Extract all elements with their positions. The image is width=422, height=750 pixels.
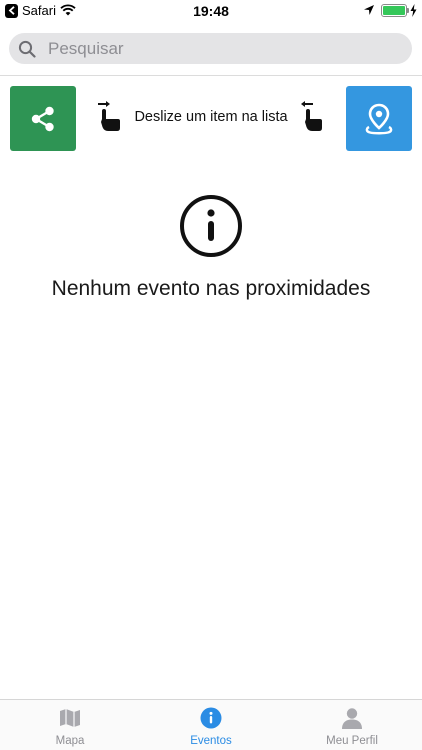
charging-bolt-icon xyxy=(410,4,417,17)
tab-meu-perfil[interactable]: Meu Perfil xyxy=(282,700,422,750)
battery-icon xyxy=(381,4,407,17)
location-services-icon xyxy=(364,5,374,15)
search-bar[interactable] xyxy=(9,33,412,64)
tab-label-mapa: Mapa xyxy=(55,735,85,747)
person-icon xyxy=(342,708,362,729)
tab-label-eventos: Eventos xyxy=(190,735,232,747)
share-button[interactable] xyxy=(10,86,76,151)
swipe-hint-text: Deslize um item na lista xyxy=(134,109,288,125)
location-button[interactable] xyxy=(346,86,412,151)
search-input[interactable] xyxy=(48,38,388,59)
info-icon xyxy=(180,195,242,257)
swipe-right-hand-icon xyxy=(98,101,120,131)
tab-eventos[interactable]: Eventos xyxy=(141,700,281,750)
status-bar: Safari 19:48 xyxy=(0,0,422,22)
tab-bar: Mapa Eventos Meu Perfil xyxy=(0,699,422,750)
search-icon xyxy=(18,40,36,58)
tab-label-meu-perfil: Meu Perfil xyxy=(326,735,378,747)
share-icon xyxy=(31,106,54,131)
map-icon xyxy=(60,709,80,727)
location-pin-icon xyxy=(365,103,393,134)
empty-state-message: Nenhum evento nas proximidades xyxy=(51,277,371,300)
battery-tip xyxy=(407,8,409,13)
status-time: 19:48 xyxy=(193,3,229,19)
header-divider xyxy=(0,75,422,76)
tab-mapa[interactable]: Mapa xyxy=(0,700,140,750)
info-icon xyxy=(200,707,222,729)
swipe-left-hand-icon xyxy=(301,101,322,131)
